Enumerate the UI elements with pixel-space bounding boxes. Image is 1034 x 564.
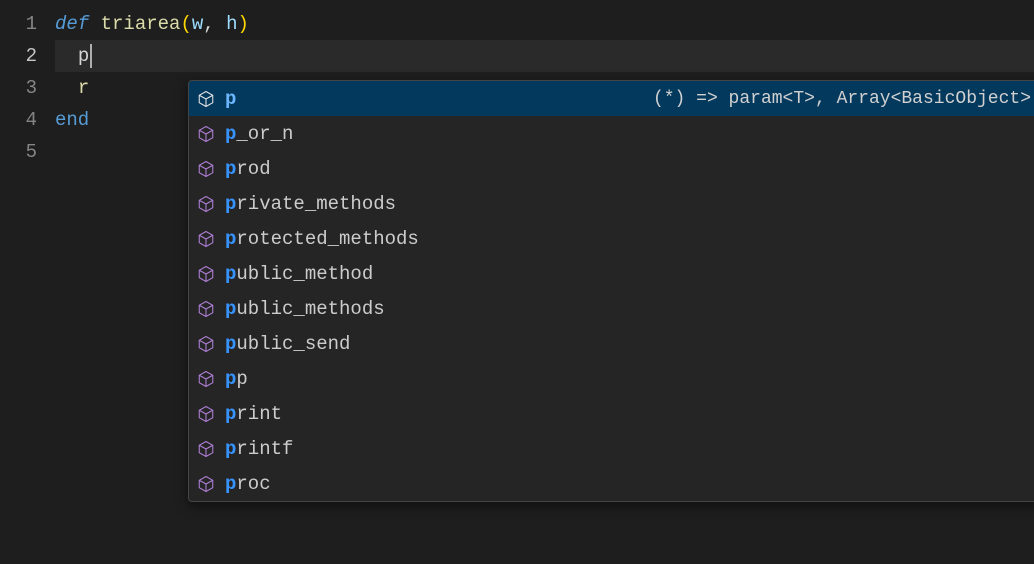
module-icon bbox=[197, 335, 215, 353]
module-icon bbox=[197, 300, 215, 318]
suggest-item[interactable]: proc bbox=[189, 466, 1034, 501]
code-line[interactable]: def triarea(w, h) bbox=[55, 8, 1034, 40]
suggest-item[interactable]: public_method bbox=[189, 256, 1034, 291]
suggest-label: proc bbox=[225, 473, 271, 495]
param: w bbox=[192, 13, 203, 35]
code-line-active[interactable]: p bbox=[55, 40, 1034, 72]
suggest-item[interactable]: public_send bbox=[189, 326, 1034, 361]
suggest-detail: (*) => param<T>, Array<BasicObject> bbox=[246, 89, 1031, 109]
module-icon bbox=[197, 440, 215, 458]
suggest-label: printf bbox=[225, 438, 293, 460]
suggest-label: p bbox=[225, 88, 236, 110]
module-icon bbox=[197, 265, 215, 283]
autocomplete-popup[interactable]: p (*) => param<T>, Array<BasicObject> p_or… bbox=[188, 80, 1034, 502]
suggest-label: public_method bbox=[225, 263, 373, 285]
suggest-label: print bbox=[225, 403, 282, 425]
typed-char: p bbox=[78, 45, 89, 67]
token: r bbox=[78, 77, 89, 99]
suggest-item[interactable]: printf bbox=[189, 431, 1034, 466]
module-icon bbox=[197, 230, 215, 248]
code-editor[interactable]: 1 2 3 4 5 def triarea(w, h) p r end p (*)… bbox=[0, 0, 1034, 564]
keyword-def: def bbox=[55, 13, 89, 35]
suggest-item[interactable]: private_methods bbox=[189, 186, 1034, 221]
suggest-label: prod bbox=[225, 158, 271, 180]
line-number: 3 bbox=[0, 72, 37, 104]
suggest-item[interactable]: print bbox=[189, 396, 1034, 431]
paren-open: ( bbox=[180, 13, 191, 35]
suggest-label: private_methods bbox=[225, 193, 396, 215]
suggest-item[interactable]: p (*) => param<T>, Array<BasicObject> bbox=[189, 81, 1034, 116]
suggest-item[interactable]: prod bbox=[189, 151, 1034, 186]
module-icon bbox=[197, 370, 215, 388]
module-icon bbox=[197, 195, 215, 213]
param: h bbox=[226, 13, 237, 35]
line-number: 2 bbox=[0, 40, 37, 72]
function-name: triarea bbox=[101, 13, 181, 35]
keyword-end: end bbox=[55, 109, 89, 131]
line-number: 4 bbox=[0, 104, 37, 136]
code-area[interactable]: def triarea(w, h) p r end p (*) => param<… bbox=[55, 0, 1034, 564]
module-icon bbox=[197, 125, 215, 143]
paren-close: ) bbox=[237, 13, 248, 35]
suggest-item[interactable]: public_methods bbox=[189, 291, 1034, 326]
line-number-gutter: 1 2 3 4 5 bbox=[0, 0, 55, 564]
suggest-label: public_methods bbox=[225, 298, 385, 320]
text-cursor bbox=[90, 44, 92, 68]
suggest-label: public_send bbox=[225, 333, 350, 355]
line-number: 1 bbox=[0, 8, 37, 40]
module-icon bbox=[197, 405, 215, 423]
module-icon bbox=[197, 160, 215, 178]
line-number: 5 bbox=[0, 136, 37, 168]
module-icon bbox=[197, 90, 215, 108]
suggest-label: p_or_n bbox=[225, 123, 293, 145]
module-icon bbox=[197, 475, 215, 493]
suggest-item[interactable]: protected_methods bbox=[189, 221, 1034, 256]
suggest-label: protected_methods bbox=[225, 228, 419, 250]
suggest-item[interactable]: p_or_n bbox=[189, 116, 1034, 151]
suggest-item[interactable]: pp bbox=[189, 361, 1034, 396]
suggest-label: pp bbox=[225, 368, 248, 390]
